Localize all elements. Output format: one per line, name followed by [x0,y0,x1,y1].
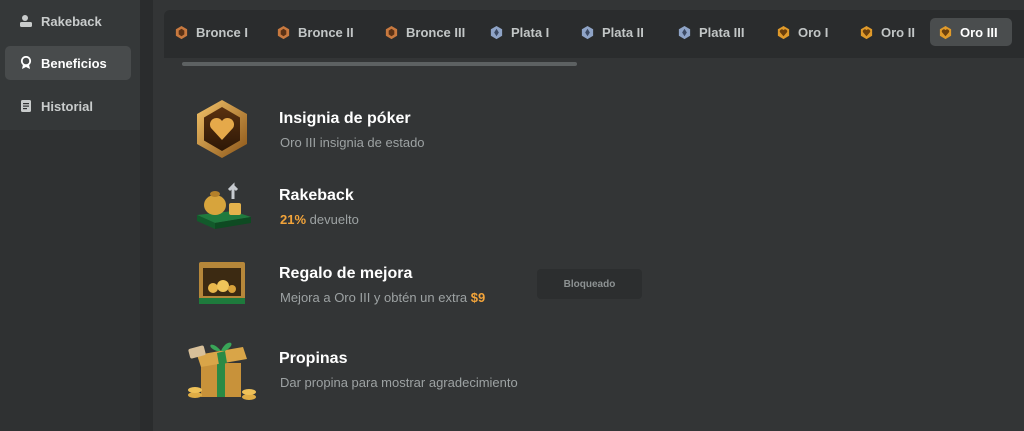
gold-badge-icon [939,25,952,39]
tab-plata-iii[interactable]: Plata III [669,18,753,46]
tab-oro-i[interactable]: Oro I [768,18,836,46]
tab-bronce-ii[interactable]: Bronce II [268,18,362,46]
benefit-description: Dar propina para mostrar agradecimiento [280,375,518,390]
bronze-badge-icon [175,25,188,39]
tab-label: Bronce I [196,24,249,40]
benefit-title: Regalo de mejora [279,265,413,282]
upgrade-description-text: Mejora a Oro III y obtén un extra [280,290,471,305]
silver-badge-icon [490,25,503,39]
tab-label: Plata I [511,24,550,40]
benefit-description: Oro III insignia de estado [280,135,425,150]
tab-bronce-i[interactable]: Bronce I [166,18,256,46]
poker-badge-icon [197,100,247,158]
benefit-title: Insignia de póker [279,110,411,127]
treasure-box-icon [199,262,245,304]
bronze-badge-icon [385,25,398,39]
bronze-badge-icon [277,25,290,39]
benefit-description: Mejora a Oro III y obtén un extra $9 [280,290,485,305]
benefit-description: 21% devuelto [280,212,359,227]
benefit-title: Rakeback [279,187,354,204]
benefit-title: Propinas [279,350,348,367]
award-icon [19,56,33,70]
tab-label: Bronce III [406,24,466,40]
rakeback-icon [19,14,33,28]
silver-badge-icon [678,25,691,39]
tab-label: Oro II [881,24,915,40]
tabs-scrollbar[interactable] [182,62,577,66]
sidebar-item-historial[interactable]: Historial [5,89,131,123]
rakeback-suffix: devuelto [306,212,359,227]
tab-plata-ii[interactable]: Plata II [572,18,652,46]
sidebar-item-label: Historial [41,98,94,114]
benefits-panel: Bronce I Bronce II Bronce III Plata I Pl… [153,0,1024,431]
tab-label: Bronce II [298,24,354,40]
sidebar-item-label: Beneficios [41,55,107,71]
upgrade-amount: $9 [470,290,486,305]
tab-oro-ii[interactable]: Oro II [851,18,923,46]
tab-plata-i[interactable]: Plata I [481,18,557,46]
document-icon [19,99,33,113]
tab-label: Oro I [798,24,829,40]
locked-status-button[interactable]: Bloqueado [537,269,642,299]
money-bag-icon [197,182,251,229]
sidebar-item-beneficios[interactable]: Beneficios [5,46,131,80]
tab-oro-iii[interactable]: Oro III [930,18,1012,46]
silver-badge-icon [581,25,594,39]
tab-bronce-iii[interactable]: Bronce III [376,18,473,46]
gold-badge-icon [860,25,873,39]
gold-badge-icon [777,25,790,39]
tab-label: Plata II [602,24,644,40]
tier-tabs-bar[interactable]: Bronce I Bronce II Bronce III Plata I Pl… [164,10,1024,66]
sidebar-item-rakeback[interactable]: Rakeback [5,4,131,38]
tab-label: Oro III [960,24,998,40]
sidebar-item-label: Rakeback [41,13,102,29]
gift-box-icon [188,342,256,400]
rakeback-percent: 21% [280,212,307,227]
tab-label: Plata III [699,24,745,40]
sidebar: Rakeback Beneficios Historial [0,0,140,431]
